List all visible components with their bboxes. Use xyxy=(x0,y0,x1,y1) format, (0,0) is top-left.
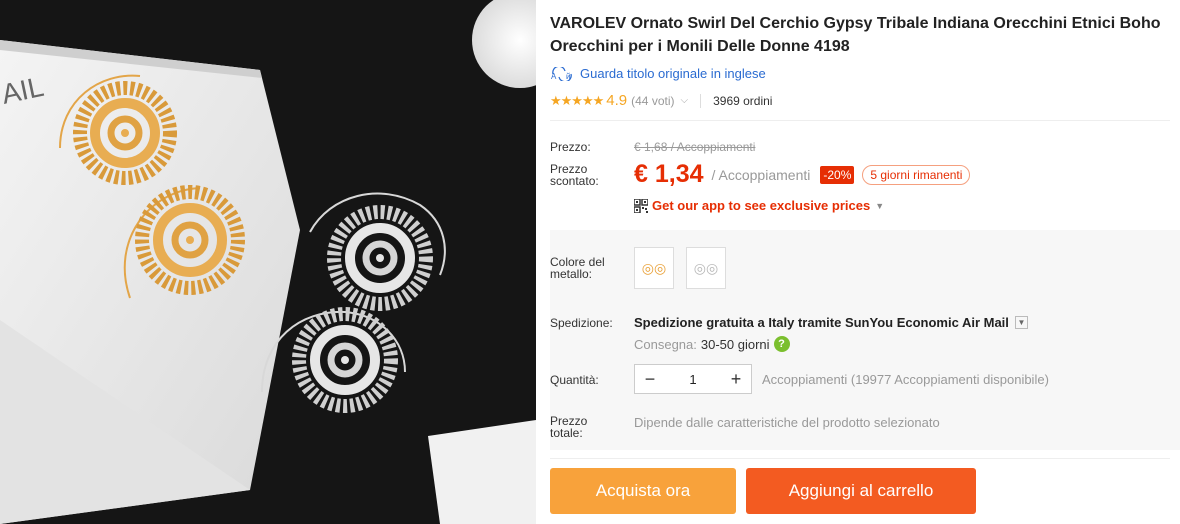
chevron-down-icon[interactable]: ⌵ xyxy=(681,95,689,106)
add-to-cart-button[interactable]: Aggiungi al carrello xyxy=(746,468,976,514)
svg-text:A: A xyxy=(551,72,557,81)
shipping-label: Spedizione: xyxy=(550,316,613,330)
help-icon[interactable]: ? xyxy=(773,336,790,352)
delivery-value: 30-50 giorni xyxy=(700,336,770,352)
rating-row: ★★★★★ 4.9 (44 voti) ⌵ 3969 ordini xyxy=(550,92,772,109)
increment-button[interactable]: + xyxy=(721,365,751,393)
discounted-price: € 1,34 xyxy=(634,160,704,188)
divider xyxy=(550,120,1170,121)
original-title-label: Guarda titolo originale in inglese xyxy=(580,66,766,81)
product-image[interactable]: AIL xyxy=(0,0,536,524)
price-label: Prezzo: xyxy=(550,140,591,154)
original-price: € 1,68 / Accoppiamenti xyxy=(634,140,756,154)
discounted-price-row: € 1,34 / Accoppiamenti -20% 5 giorni rim… xyxy=(634,160,971,189)
svg-text:й: й xyxy=(566,72,570,81)
days-left-badge: 5 giorni rimanenti xyxy=(862,164,971,185)
divider xyxy=(700,93,702,108)
discount-price-label: Prezzo scontato: xyxy=(550,162,599,188)
buy-now-button[interactable]: Acquista ora xyxy=(550,468,736,514)
total-price-label: Prezzo totale: xyxy=(550,414,588,440)
shipping-method-text: Spedizione gratuita a Italy tramite SunY… xyxy=(634,315,1009,330)
silver-earring-icon: ◎◎ xyxy=(693,259,719,276)
decrement-button[interactable]: − xyxy=(635,365,665,393)
quantity-stepper: − 1 + xyxy=(634,364,752,394)
card-corner xyxy=(428,420,536,524)
delivery-info: Consegna: 30-50 giorni ? xyxy=(634,336,790,352)
quantity-availability: Accoppiamenti (19977 Accoppiamenti dispo… xyxy=(762,372,1049,387)
translate-icon: A й xyxy=(550,65,574,82)
caret-down-icon: ▼ xyxy=(875,200,885,211)
silver-earring-top xyxy=(309,192,446,311)
product-photo-svg: AIL xyxy=(0,0,536,524)
rating-stars: ★★★★★ xyxy=(550,92,604,108)
gold-earring-icon: ◎◎ xyxy=(641,259,667,276)
total-price-note: Dipende dalle caratteristiche del prodot… xyxy=(634,415,940,430)
product-detail-panel: VAROLEV Ornato Swirl Del Cerchio Gypsy T… xyxy=(536,0,1180,524)
price-unit: / Accoppiamenti xyxy=(711,166,811,183)
swatch-silver[interactable]: ◎◎ xyxy=(686,247,726,289)
delivery-label: Consegna: xyxy=(634,336,697,352)
swatch-gold[interactable]: ◎◎ xyxy=(634,247,674,289)
product-title: VAROLEV Ornato Swirl Del Cerchio Gypsy T… xyxy=(550,15,1161,55)
metal-color-label: Colore del metallo: xyxy=(550,255,605,281)
discount-badge: -20% xyxy=(820,165,855,184)
app-promo-label: Get our app to see exclusive prices xyxy=(652,198,871,213)
shipping-dropdown-icon[interactable]: ▼ xyxy=(1014,316,1028,329)
rating-score: 4.9 xyxy=(606,92,628,109)
qr-code-icon xyxy=(634,198,648,213)
silver-earring-bottom xyxy=(261,307,406,413)
app-promo-link[interactable]: Get our app to see exclusive prices ▼ xyxy=(634,198,884,213)
original-title-link[interactable]: A й Guarda titolo originale in inglese xyxy=(550,65,766,82)
quantity-label: Quantità: xyxy=(550,373,599,387)
order-count: 3969 ordini xyxy=(713,93,773,108)
cotton-ball xyxy=(472,0,536,88)
rating-votes[interactable]: (44 voti) xyxy=(631,94,674,108)
quantity-input[interactable]: 1 xyxy=(665,372,721,387)
shipping-method: Spedizione gratuita a Italy tramite SunY… xyxy=(634,315,1028,330)
divider xyxy=(550,458,1170,459)
